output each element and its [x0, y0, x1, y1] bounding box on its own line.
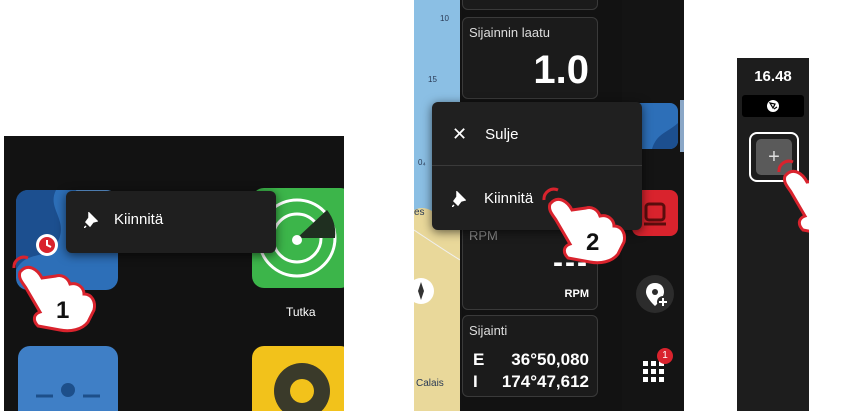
- depth-label-10: 10: [440, 14, 449, 23]
- position-lon-prefix: I: [473, 372, 478, 391]
- step-number-1: 1: [56, 297, 69, 324]
- chart-screen-panel: 10 15 0₄ es Calais Sijainnin laatu 1.0 R…: [414, 0, 684, 411]
- pin-menu-item[interactable]: Kiinnitä: [84, 211, 163, 228]
- add-waypoint-icon: [646, 283, 669, 308]
- position-title: Sijainti: [469, 323, 508, 338]
- sidebar-panel: 16.48 + 3: [737, 58, 809, 411]
- vessel-icon: [36, 383, 100, 398]
- pin-menu-label-2: Kiinnitä: [484, 190, 534, 207]
- close-icon: ✕: [452, 124, 468, 144]
- add-waypoint-button[interactable]: [636, 275, 674, 313]
- close-menu-item[interactable]: ✕ Sulje: [452, 124, 518, 145]
- apps-notification-badge: 1: [657, 348, 673, 364]
- depth-label-15: 15: [428, 75, 437, 84]
- apps-grid-button[interactable]: 1: [640, 348, 673, 384]
- position-quality-value: 1.0: [533, 48, 589, 92]
- position-lat-prefix: E: [473, 350, 485, 369]
- place-label-es: es: [414, 207, 425, 218]
- pin-menu-item-2[interactable]: Kiinnitä: [452, 190, 533, 207]
- gps-status: [742, 95, 804, 117]
- menu-divider: [432, 165, 642, 166]
- position-lat-value: 36°50,080: [511, 350, 589, 369]
- position-quality-title: Sijainnin laatu: [469, 25, 550, 40]
- rpm-unit: RPM: [564, 288, 589, 300]
- position-quality-card[interactable]: Sijainnin laatu 1.0: [462, 17, 598, 99]
- position-lon-value: 174°47,612: [501, 372, 589, 391]
- sonar-app-tile[interactable]: [252, 346, 344, 411]
- place-label-calais: Calais: [416, 378, 444, 389]
- home-screen-panel: Tutka Kiinnitä 1: [4, 136, 344, 411]
- clock-time: 16.48: [754, 68, 792, 85]
- globe-icon: [767, 100, 779, 112]
- tap-hand-icon: 1: [12, 255, 96, 333]
- depth-label-04: 0₄: [418, 158, 426, 167]
- ship-app-tile[interactable]: [18, 346, 118, 411]
- position-card[interactable]: Sijainti E 36°50,080 I 174°47,612: [462, 315, 598, 397]
- card-top-partial[interactable]: [462, 0, 598, 10]
- pin-context-menu: Kiinnitä: [66, 191, 276, 253]
- step-number-2: 2: [586, 229, 599, 256]
- rpm-title: RPM: [469, 228, 498, 243]
- sonar-icon: [274, 363, 330, 411]
- close-menu-label: Sulje: [485, 126, 519, 143]
- pin-menu-label: Kiinnitä: [114, 211, 164, 228]
- tap-hand-icon-2: 2: [542, 187, 626, 265]
- tap-hand-icon-3: 3: [777, 159, 809, 233]
- active-indicator: [680, 100, 684, 152]
- radar-tile-label: Tutka: [286, 305, 316, 319]
- pin-icon-2: [452, 190, 466, 207]
- pin-icon: [84, 211, 98, 228]
- compass-icon[interactable]: [414, 276, 436, 306]
